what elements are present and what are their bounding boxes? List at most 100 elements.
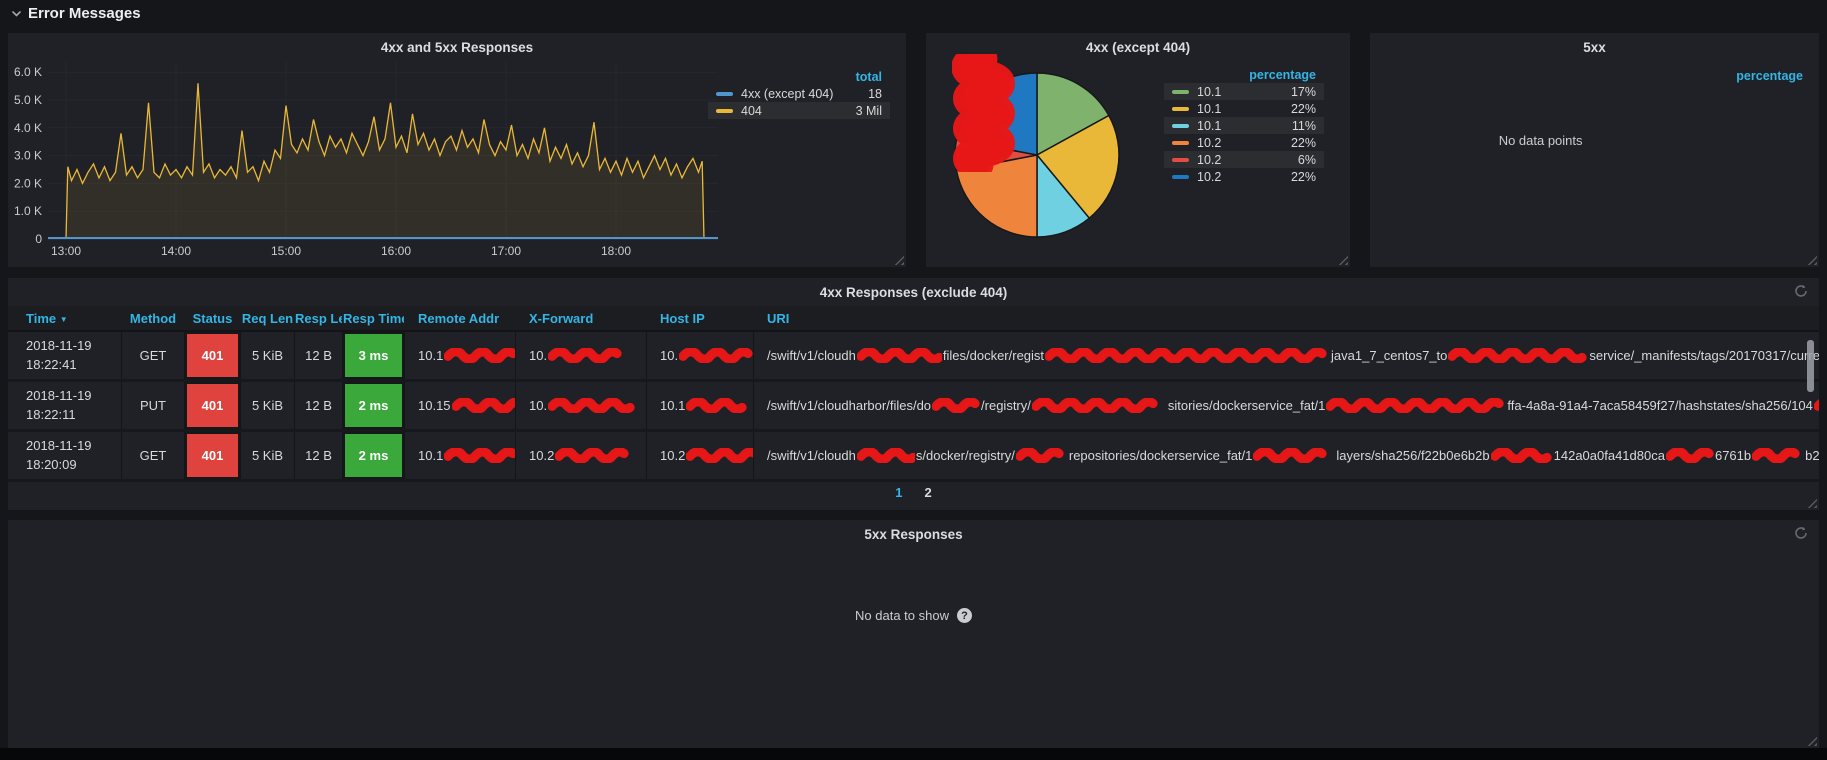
time-date: 2018-11-19: [26, 337, 92, 355]
svg-text:3.0 K: 3.0 K: [14, 149, 42, 163]
redaction-scribble: [1016, 448, 1068, 463]
legend-value-header: percentage: [1736, 69, 1803, 83]
chevron-down-icon: [10, 8, 22, 20]
time-date: 2018-11-19: [26, 437, 92, 455]
series-color-swatch: [1172, 90, 1189, 94]
refresh-icon[interactable]: [1794, 284, 1808, 298]
text-fragment: 10.: [660, 348, 678, 363]
series-color-swatch: [1172, 141, 1189, 145]
resize-handle[interactable]: [1807, 736, 1817, 746]
legend-row[interactable]: 10.2 6%: [1164, 151, 1324, 168]
no-data-message-row: No data to show ?: [8, 608, 1819, 623]
legend-row[interactable]: 4xx (except 404) 18: [708, 85, 890, 102]
resp-time-badge: 2 ms: [343, 432, 404, 479]
table-row: 2018-11-1918:20:09GET4015 KiB12 B2 ms10.…: [8, 432, 1819, 482]
redaction-scribble: [1032, 398, 1167, 413]
cell-uri: /swift/v1/cloudharbor/files/do/registry/…: [754, 382, 1819, 429]
series-label: 10.1: [1197, 119, 1221, 133]
cell-resp-len: 12 B: [295, 432, 343, 479]
text-fragment: ffa-4a8a-91a4-7aca58459f27/hashstates/sh…: [1507, 398, 1813, 413]
series-color-swatch: [1172, 175, 1189, 179]
cell-status: 401: [185, 432, 241, 479]
redaction-scribble: [548, 348, 628, 363]
series-total-value: 18: [858, 87, 882, 101]
series-pct-value: 6%: [1288, 153, 1316, 167]
series-total-value: 3 Mil: [846, 104, 882, 118]
series-color-swatch: [716, 92, 733, 96]
bottom-edge: [0, 748, 1827, 760]
dashboard-row-error-messages[interactable]: Error Messages: [0, 0, 1827, 27]
cell-req-len: 5 KiB: [241, 332, 295, 379]
column-header-uri[interactable]: URI: [754, 311, 1819, 326]
redaction-scribble: [1491, 448, 1553, 463]
panel-title[interactable]: 4xx and 5xx Responses: [8, 40, 906, 55]
redaction-scribble: [686, 448, 754, 463]
panel-title[interactable]: 5xx: [1370, 40, 1819, 55]
svg-text:14:00: 14:00: [161, 244, 191, 258]
redaction-scribble: [679, 348, 754, 363]
cell-time: 2018-11-1918:20:09: [8, 432, 122, 479]
svg-text:0: 0: [35, 232, 42, 246]
column-header-x-forward[interactable]: X-Forward: [516, 311, 647, 326]
column-header-resp-time[interactable]: Resp Time: [343, 311, 405, 326]
legend-row[interactable]: 10.222%: [1164, 134, 1324, 151]
panel-4xx-5xx-responses: 4xx and 5xx Responses 13:0014:0015:0016:…: [8, 33, 906, 267]
resize-handle[interactable]: [1807, 255, 1817, 265]
redaction-scribble: [857, 348, 942, 363]
column-header-req-len[interactable]: Req Len: [241, 311, 295, 326]
cell-resp-len: 12 B: [295, 382, 343, 429]
series-label: 4xx (except 404): [741, 87, 833, 101]
series-label: 10.2: [1197, 153, 1221, 167]
redaction-scribble: [1448, 348, 1588, 363]
text-fragment: /swift/v1/cloudh: [767, 448, 856, 463]
legend-row[interactable]: 10.222%: [1164, 168, 1324, 185]
column-header-host-ip[interactable]: Host IP: [647, 311, 754, 326]
time-clock: 18:22:11: [26, 406, 76, 424]
cell-x-forward: 10.: [516, 332, 647, 379]
redaction-scribble: [548, 398, 636, 413]
text-fragment: /swift/v1/cloudh: [767, 348, 856, 363]
legend-row[interactable]: 10.122%: [1164, 100, 1324, 117]
redaction-scribble: [452, 398, 516, 413]
scrollbar-thumb[interactable]: [1807, 340, 1814, 392]
cell-method: GET: [122, 432, 185, 479]
help-icon[interactable]: ?: [957, 608, 972, 623]
chart-legend: total4xx (except 404)184043 Mil: [708, 69, 890, 119]
no-data-message: No data points: [1370, 133, 1711, 148]
redaction-scribble: [686, 398, 754, 413]
resp-time-badge: 2 ms: [343, 382, 404, 429]
cell-resp-len: 12 B: [295, 332, 343, 379]
cell-req-len: 5 KiB: [241, 432, 295, 479]
column-header-resp-len[interactable]: Resp Len: [295, 311, 343, 326]
legend-row[interactable]: 10.1 11%: [1164, 117, 1324, 134]
svg-text:17:00: 17:00: [491, 244, 521, 258]
panel-title[interactable]: 4xx (except 404): [926, 40, 1350, 55]
refresh-icon[interactable]: [1794, 526, 1808, 540]
svg-text:4.0 K: 4.0 K: [14, 121, 42, 135]
column-header-method[interactable]: Method: [122, 311, 185, 326]
page-link[interactable]: 1: [895, 485, 902, 500]
column-header-remote-addr[interactable]: Remote Addr: [405, 311, 516, 326]
column-header-time[interactable]: Time ▼: [8, 311, 122, 326]
cell-resp-time: 2 ms: [343, 382, 405, 429]
panel-title[interactable]: 5xx Responses: [8, 527, 1819, 542]
cell-host-ip: 10.1: [647, 382, 754, 429]
series-color-swatch: [1172, 124, 1189, 128]
series-pct-value: 22%: [1281, 136, 1316, 150]
panel-5xx-responses: 5xx Responses No data to show ?: [8, 520, 1819, 748]
time-clock: 18:22:41: [26, 356, 77, 374]
table-header-row: Time ▼MethodStatusReq LenResp LenResp Ti…: [8, 306, 1819, 332]
legend-row[interactable]: 4043 Mil: [708, 102, 890, 119]
panel-title[interactable]: 4xx Responses (exclude 404): [8, 285, 1819, 300]
dashboard: Error Messages 4xx and 5xx Responses 13:…: [0, 0, 1827, 760]
series-label: 10.1: [1197, 102, 1221, 116]
legend-row[interactable]: 10.117%: [1164, 83, 1324, 100]
table-pagination: 12: [8, 485, 1819, 500]
column-header-status[interactable]: Status: [185, 311, 241, 326]
page-link[interactable]: 2: [925, 485, 932, 500]
resp-time-badge: 3 ms: [343, 332, 404, 379]
svg-text:15:00: 15:00: [271, 244, 301, 258]
cell-resp-time: 2 ms: [343, 432, 405, 479]
svg-text:13:00: 13:00: [51, 244, 81, 258]
series-pct-value: 11%: [1282, 119, 1316, 133]
